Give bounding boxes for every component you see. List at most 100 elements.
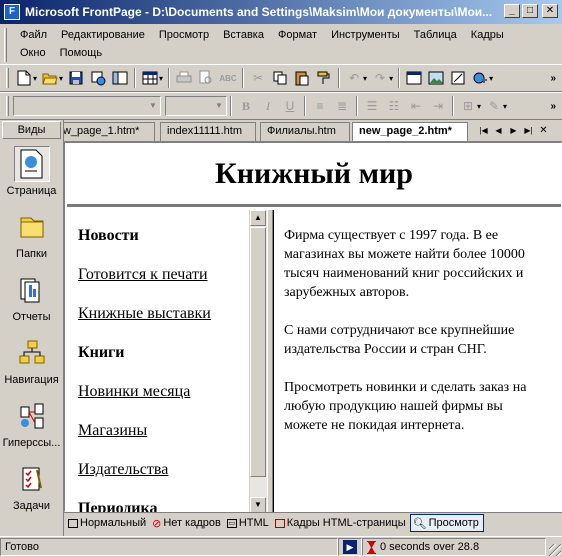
publish-web-icon[interactable] xyxy=(87,67,109,89)
menu-view[interactable]: Просмотр xyxy=(153,29,217,41)
italic-icon[interactable]: I xyxy=(257,95,279,117)
prev-tab-icon[interactable]: ◀ xyxy=(491,124,506,138)
close-button[interactable]: ✕ xyxy=(542,4,558,18)
content-paragraph: Фирма существует с 1997 года. В ее магаз… xyxy=(284,228,525,300)
menu-help[interactable]: Помощь xyxy=(54,47,111,59)
tab-new-page-2[interactable]: new_page_2.htm* xyxy=(352,122,468,141)
chevron-down-icon: ▼ xyxy=(215,101,223,110)
nav-scrollbar[interactable]: ▲ ▼ xyxy=(249,210,267,513)
copy-icon[interactable] xyxy=(269,67,291,89)
print-icon[interactable] xyxy=(173,67,195,89)
web-component-icon[interactable] xyxy=(403,67,425,89)
menu-file[interactable]: Файл xyxy=(14,29,55,41)
title-bar[interactable]: F Microsoft FrontPage - D:\Documents and… xyxy=(0,0,562,24)
nav-publishers[interactable]: Издательства xyxy=(78,450,266,489)
toggle-pane-icon[interactable] xyxy=(109,67,131,89)
scroll-thumb[interactable] xyxy=(250,227,266,477)
nav-shops[interactable]: Магазины xyxy=(78,411,266,450)
insert-picture-icon[interactable] xyxy=(425,67,447,89)
increase-indent-icon[interactable]: ⇥ xyxy=(427,95,449,117)
decrease-indent-icon[interactable]: ⇤ xyxy=(405,95,427,117)
redo-dropdown-icon[interactable]: ▾ xyxy=(389,74,393,83)
tab-frames-html[interactable]: Кадры HTML-страницы xyxy=(273,514,410,532)
bulleted-list-icon[interactable]: ☷ xyxy=(383,95,405,117)
tab-no-frames[interactable]: ⊘ Нет кадров xyxy=(150,514,225,532)
align-left-icon[interactable]: ≡ xyxy=(309,95,331,117)
view-navigation[interactable]: Навигация xyxy=(0,329,63,392)
frontpage-app-icon[interactable]: F xyxy=(4,4,20,20)
tab-preview[interactable]: 🔍︎ Просмотр xyxy=(409,514,484,532)
tab-filialy[interactable]: Филиалы.htm xyxy=(260,122,350,141)
nav-coming-soon[interactable]: Готовится к печати xyxy=(78,255,266,294)
menu-format[interactable]: Формат xyxy=(272,29,325,41)
last-tab-icon[interactable]: ▶| xyxy=(521,124,536,138)
menu-frames[interactable]: Кадры xyxy=(465,29,512,41)
normal-view-icon xyxy=(68,518,78,528)
next-tab-icon[interactable]: ▶ xyxy=(506,124,521,138)
spelling-icon[interactable]: ABC xyxy=(217,67,239,89)
redo-icon[interactable]: ↷ xyxy=(369,67,391,89)
cut-icon[interactable]: ✂ xyxy=(247,67,269,89)
document-tabs: w_page_1.htm* index11111.htm Филиалы.htm… xyxy=(64,120,562,142)
underline-icon[interactable]: U xyxy=(279,95,301,117)
menu-grip[interactable] xyxy=(4,28,7,62)
view-mode-tabs: Нормальный ⊘ Нет кадров ▭ HTML Кадры HTM… xyxy=(64,512,562,533)
toolbar-grip[interactable] xyxy=(6,68,9,88)
font-dropdown[interactable]: ▼ xyxy=(165,96,227,116)
nav-books: Книги xyxy=(78,343,125,361)
bold-icon[interactable]: B xyxy=(235,95,257,117)
nav-new-releases[interactable]: Новинки месяца xyxy=(78,372,266,411)
toolbar-grip[interactable] xyxy=(6,96,9,116)
menu-table[interactable]: Таблица xyxy=(408,29,465,41)
tab-index11111[interactable]: index11111.htm xyxy=(160,122,256,141)
close-tab-icon[interactable]: ✕ xyxy=(536,124,551,138)
toolbar-overflow-icon[interactable]: » xyxy=(550,101,556,112)
numbered-list-icon[interactable]: ☰ xyxy=(361,95,383,117)
scroll-up-icon[interactable]: ▲ xyxy=(250,210,266,226)
tab-normal[interactable]: Нормальный xyxy=(66,514,150,532)
toolbar-overflow-icon[interactable]: » xyxy=(550,73,556,84)
drawing-icon[interactable] xyxy=(447,67,469,89)
highlight-color-icon[interactable]: ✎ xyxy=(483,95,505,117)
tab-new-page-1[interactable]: w_page_1.htm* xyxy=(64,122,155,141)
resize-grip[interactable] xyxy=(549,544,561,556)
paste-icon[interactable] xyxy=(291,67,313,89)
tab-navigation: |◀ ◀ ▶ ▶| ✕ xyxy=(476,124,551,138)
table-dropdown-icon[interactable]: ▾ xyxy=(159,74,163,83)
hyperlink-icon[interactable] xyxy=(469,67,491,89)
scroll-down-icon[interactable]: ▼ xyxy=(250,497,266,513)
new-page-icon[interactable] xyxy=(13,67,35,89)
status-mode-cell: ▶ xyxy=(338,538,362,556)
align-center-icon[interactable]: ≣ xyxy=(331,95,353,117)
menu-window[interactable]: Окно xyxy=(14,47,54,59)
hyperlink-dropdown-icon[interactable]: ▾ xyxy=(489,74,493,83)
view-reports[interactable]: Отчеты xyxy=(0,266,63,329)
minimize-button[interactable]: _ xyxy=(504,4,520,18)
undo-icon[interactable]: ↶ xyxy=(343,67,365,89)
nav-book-exhibitions[interactable]: Книжные выставки xyxy=(78,294,266,333)
download-time-cell[interactable]: 0 seconds over 28.8 xyxy=(362,538,546,556)
format-painter-icon[interactable] xyxy=(313,67,335,89)
highlight-dropdown-icon[interactable]: ▾ xyxy=(503,102,507,111)
open-dropdown-icon[interactable]: ▾ xyxy=(59,74,63,83)
status-text: Готово xyxy=(0,538,338,556)
save-icon[interactable] xyxy=(65,67,87,89)
view-folders[interactable]: Папки xyxy=(0,203,63,266)
view-hyperlinks[interactable]: Гиперссы... xyxy=(0,392,63,455)
undo-dropdown-icon[interactable]: ▾ xyxy=(363,74,367,83)
new-dropdown-icon[interactable]: ▾ xyxy=(33,74,37,83)
view-page[interactable]: Страница xyxy=(0,140,63,203)
menu-tools[interactable]: Инструменты xyxy=(325,29,408,41)
view-tasks[interactable]: Задачи xyxy=(0,455,63,518)
style-dropdown[interactable]: ▼ xyxy=(13,96,161,116)
maximize-button[interactable]: □ xyxy=(522,4,538,18)
insert-table-icon[interactable] xyxy=(139,67,161,89)
menu-edit[interactable]: Редактирование xyxy=(55,29,153,41)
menu-insert[interactable]: Вставка xyxy=(217,29,272,41)
first-tab-icon[interactable]: |◀ xyxy=(476,124,491,138)
print-preview-icon[interactable] xyxy=(195,67,217,89)
open-folder-icon[interactable] xyxy=(39,67,61,89)
borders-dropdown-icon[interactable]: ▾ xyxy=(477,102,481,111)
tab-html[interactable]: ▭ HTML xyxy=(225,514,273,532)
borders-icon[interactable]: ⊞ xyxy=(457,95,479,117)
